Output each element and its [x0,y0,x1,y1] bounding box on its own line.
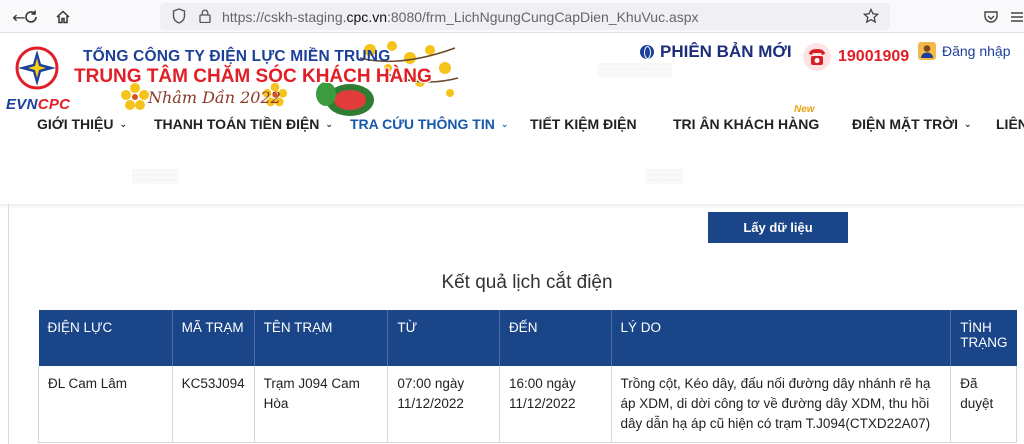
outage-schedule-table: ĐIỆN LỰC MÃ TRẠM TÊN TRẠM TỪ ĐẾN LÝ DO T… [38,310,1017,443]
company-name: TỔNG CÔNG TY ĐIỆN LỰC MIỀN TRUNG [83,48,391,65]
column-header: TÊN TRẠM [254,310,389,366]
fetch-data-button[interactable]: Lấy dữ liệu [708,212,848,243]
chevron-down-icon: ⌄ [119,120,128,130]
menu-icon[interactable] [1006,6,1024,28]
menu-item-tri-an[interactable]: TRI ÂN KHÁCH HÀNG [673,116,819,132]
reload-icon[interactable] [20,6,42,28]
column-header: ĐIỆN LỰC [38,310,173,366]
tet-greeting: Nhâm Dần 2022 [148,88,281,107]
column-header: TÌNH TRẠNG [950,310,1017,366]
menu-item-tiet-kiem[interactable]: TIẾT KIỆM ĐIỆN [530,116,637,132]
ghost-layer: ▒▒▒▒▒▒▒▒ [598,62,672,77]
main-menu: GIỚI THIỆU ⌄ THANH TOÁN TIỀN ĐIỆN ⌄ TRA CỨ… [0,116,1024,142]
lock-icon[interactable] [196,7,214,25]
login-label: Đăng nhập [942,43,1011,59]
chevron-down-icon: ⌄ [964,120,972,130]
menu-item-tra-cuu[interactable]: TRA CỨU THÔNG TIN ⌄ [350,116,508,132]
cell-ly-do: Trồng cột, Kéo dây, đấu nối đường dây nh… [611,366,952,443]
new-badge: New [794,104,815,115]
column-header: MÃ TRẠM [172,310,255,366]
hotline-link[interactable]: 19001909 [802,42,909,72]
table-header-row: ĐIỆN LỰC MÃ TRẠM TÊN TRẠM TỪ ĐẾN LÝ DO T… [38,310,1017,366]
logo-text[interactable]: EVNCPC [6,96,70,113]
globe-icon [640,45,654,59]
url-text[interactable]: https://cskh-staging.cpc.vn:8080/frm_Lic… [222,9,699,25]
menu-item-lien-he[interactable]: LIÊN [996,116,1024,132]
chevron-down-icon: ⌄ [325,120,333,130]
hotline-number: 19001909 [838,48,910,65]
login-link[interactable]: Đăng nhập [918,42,1011,60]
ghost-layer: ▒▒▒▒ [646,168,683,183]
cell-dien-luc: ĐL Cam Lâm [38,366,173,443]
cell-den: 16:00 ngày 11/12/2022 [499,366,612,443]
cell-tu: 07:00 ngày 11/12/2022 [387,366,500,443]
address-bar[interactable]: https://cskh-staging.cpc.vn:8080/frm_Lic… [160,3,890,30]
site-header: ▒▒▒▒▒▒▒▒ ▒▒▒▒▒ ▒▒▒▒ EVNCPC TỔNG CÔNG TY … [0,34,1024,204]
column-header: ĐẾN [499,310,612,366]
evn-logo-icon[interactable] [12,44,62,92]
bookmark-star-icon[interactable] [862,7,880,25]
shield-icon[interactable] [170,7,188,25]
pocket-icon[interactable] [980,6,1002,28]
user-icon [918,42,936,60]
phone-icon [803,43,831,71]
result-title: Kết quả lịch cắt điện [441,272,613,293]
table-row: ĐL Cam Lâm KC53J094 Trạm J094 Cam Hòa 07… [38,366,1017,443]
menu-item-dien-mat-troi[interactable]: ĐIỆN MẶT TRỜI ⌄ [852,116,972,132]
column-header: LÝ DO [611,310,952,366]
column-header: TỪ [387,310,500,366]
menu-item-gioi-thieu[interactable]: GIỚI THIỆU ⌄ [37,116,127,132]
menu-item-thanh-toan[interactable]: THANH TOÁN TIỀN ĐIỆN ⌄ [154,116,333,132]
new-version-link[interactable]: PHIÊN BẢN MỚI [640,42,792,62]
ghost-layer: ▒▒▒▒▒ [132,168,179,183]
browser-toolbar: ← https://cskh-staging.cpc.vn:8080/frm_L… [0,0,1024,33]
chevron-down-icon: ⌄ [500,120,509,130]
content-border [8,204,9,444]
home-icon[interactable] [52,6,74,28]
cell-ma-tram: KC53J094 [172,366,255,443]
cell-tinh-trang: Đã duyệt [950,366,1017,443]
center-name: TRUNG TÂM CHĂM SÓC KHÁCH HÀNG [74,66,432,87]
new-version-label: PHIÊN BẢN MỚI [660,42,792,61]
cell-ten-tram: Trạm J094 Cam Hòa [254,366,389,443]
